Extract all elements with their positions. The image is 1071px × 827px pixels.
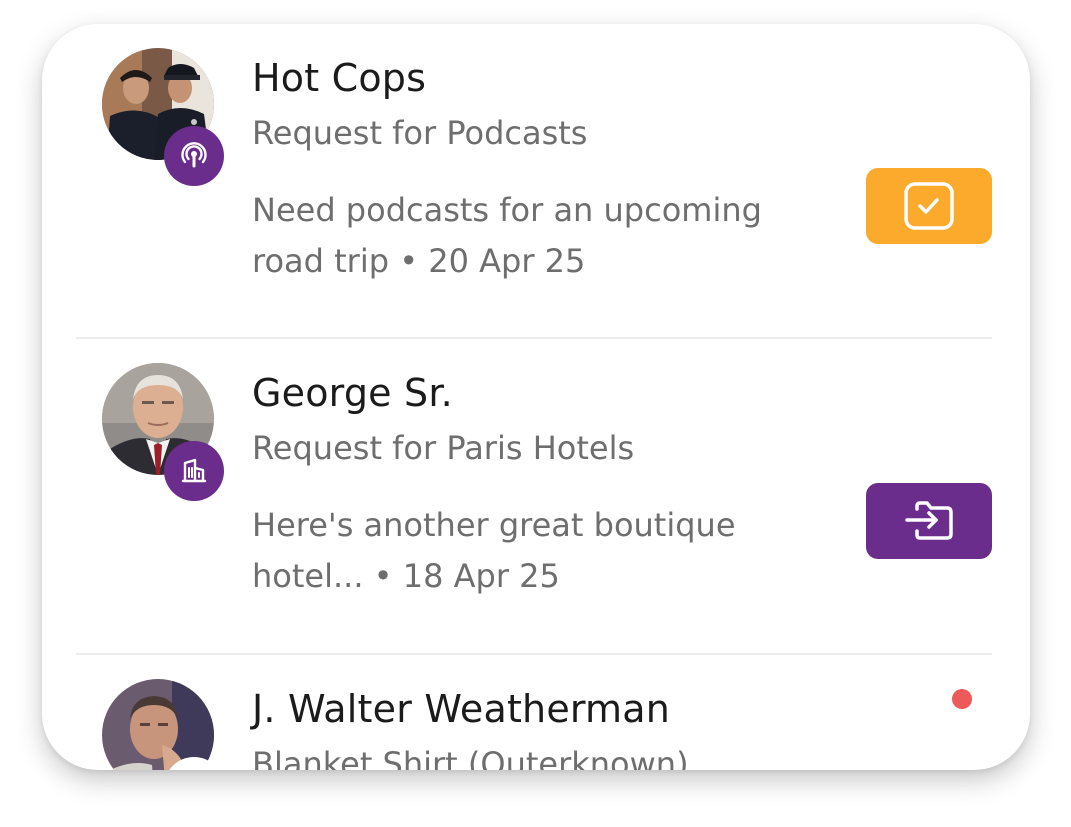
conversation-row[interactable]: Hot Cops Request for Podcasts Need podca… xyxy=(42,24,1030,338)
building-icon xyxy=(181,458,207,483)
unread-indicator xyxy=(952,689,972,709)
move-to-folder-button[interactable] xyxy=(866,483,992,559)
conversation-list-card: Hot Cops Request for Podcasts Need podca… xyxy=(42,24,1030,770)
conversation-row[interactable]: George Sr. Request for Paris Hotels Here… xyxy=(42,339,1030,653)
folder-import-icon xyxy=(905,501,953,540)
message-date: 20 Apr 25 xyxy=(428,242,586,280)
podcast-icon xyxy=(181,142,207,168)
category-badge xyxy=(164,126,224,186)
message-preview: Here's another great boutique hotel... •… xyxy=(252,506,736,595)
conversation-row[interactable]: J. Walter Weatherman Blanket Shirt (Oute… xyxy=(42,655,1030,770)
message-preview: Need podcasts for an upcoming road trip … xyxy=(252,191,762,280)
mark-done-button[interactable] xyxy=(866,168,992,244)
request-subtitle: Request for Paris Hotels xyxy=(252,429,635,467)
message-date: 18 Apr 25 xyxy=(402,557,560,595)
contact-name: Hot Cops xyxy=(252,56,427,100)
request-subtitle: Request for Podcasts xyxy=(252,114,588,152)
request-subtitle: Blanket Shirt (Outerknown) xyxy=(252,745,689,770)
category-badge xyxy=(164,441,224,501)
checkbox-check-icon xyxy=(904,182,954,230)
contact-name: George Sr. xyxy=(252,371,453,415)
contact-name: J. Walter Weatherman xyxy=(252,687,671,731)
